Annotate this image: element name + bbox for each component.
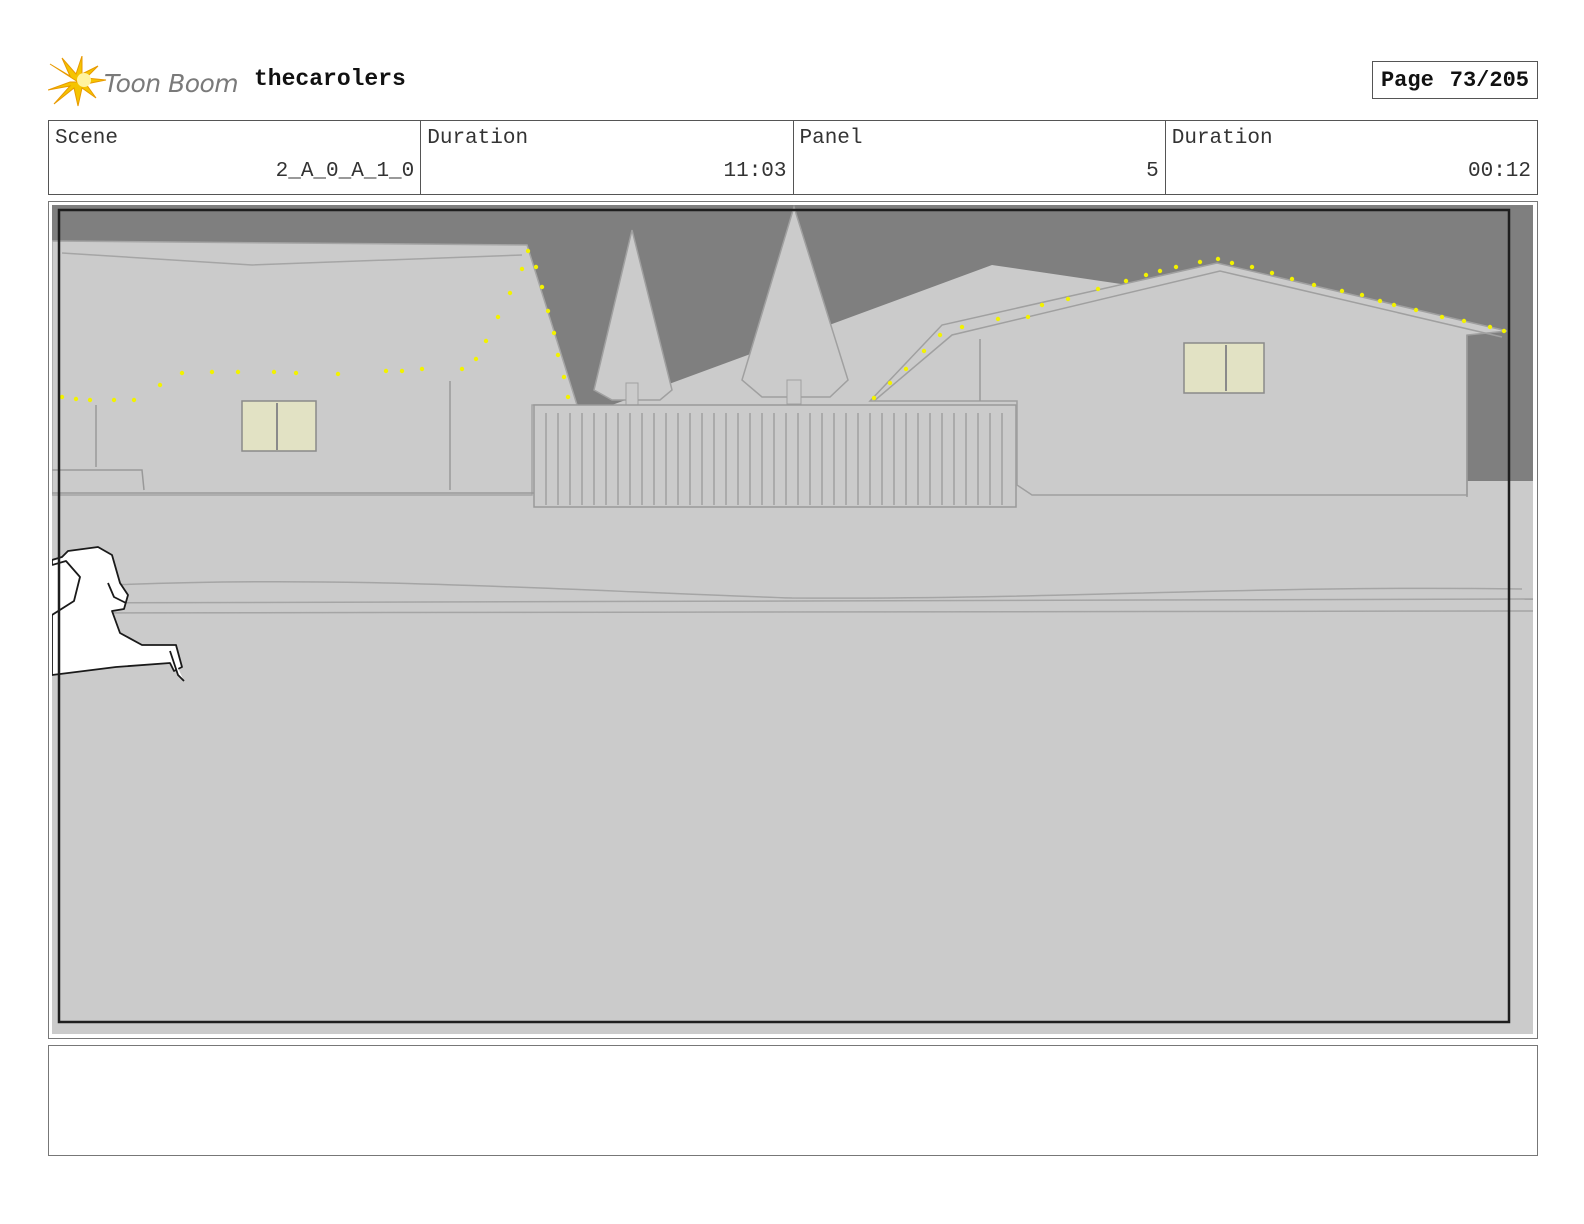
panel-duration-label: Duration	[1171, 127, 1273, 150]
scene-cell: Scene 2_A_0_A_1_0	[49, 121, 422, 194]
panel-label: Panel	[799, 127, 863, 150]
page-indicator: Page 73/205	[1371, 61, 1538, 99]
notes-box	[48, 1045, 1538, 1156]
panel-value: 5	[1146, 160, 1159, 183]
toon-boom-logo: Toon Boom	[48, 56, 248, 108]
logo-text: Toon Boom	[104, 69, 239, 98]
storyboard-drawing	[52, 205, 1533, 1034]
project-title: thecarolers	[254, 66, 406, 92]
panel-cell: Panel 5	[794, 121, 1166, 194]
scene-info-table: Scene 2_A_0_A_1_0 Duration 11:03 Panel 5…	[48, 120, 1538, 195]
scene-label: Scene	[55, 127, 119, 150]
page-number: 73/205	[1449, 68, 1529, 93]
panel-duration-cell: Duration 00:12	[1166, 121, 1537, 194]
page-label: Page	[1380, 68, 1434, 93]
page-header: Toon Boom thecarolers Page 73/205	[48, 52, 1538, 110]
scene-duration-cell: Duration 11:03	[421, 121, 794, 194]
storyboard-panel	[48, 201, 1538, 1039]
starburst-icon	[48, 56, 107, 107]
scene-duration-value: 11:03	[723, 160, 787, 183]
panel-duration-value: 00:12	[1467, 160, 1531, 183]
scene-duration-label: Duration	[427, 127, 529, 150]
scene-value: 2_A_0_A_1_0	[275, 160, 415, 183]
